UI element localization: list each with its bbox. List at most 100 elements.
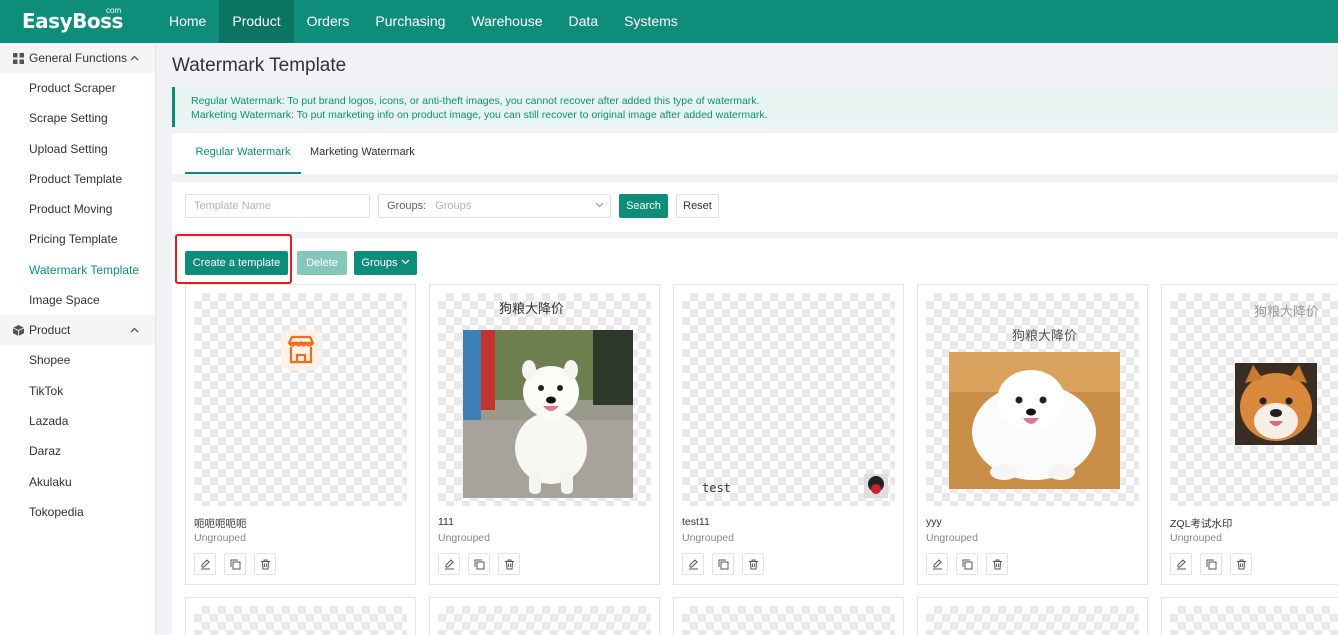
nav-orders[interactable]: Orders <box>294 0 363 43</box>
template-preview[interactable] <box>194 293 407 506</box>
dog-photo <box>463 330 633 498</box>
easyboss-logo[interactable]: EasyBoss com <box>0 0 156 43</box>
sidebar-item-tiktok[interactable]: TikTok <box>0 376 155 406</box>
chevron-up-icon <box>130 52 139 66</box>
watermark-text: 狗粮大降价 <box>1254 305 1320 320</box>
template-card[interactable]: 狗粮大降价 ZQL考试水印 Ungrouped <box>1161 284 1338 585</box>
chevron-down-icon <box>595 195 604 217</box>
copy-icon[interactable] <box>224 553 246 575</box>
sidebar-item-pricing-template[interactable]: Pricing Template <box>0 224 155 254</box>
template-preview[interactable]: test <box>682 293 895 506</box>
reset-button[interactable]: Reset <box>676 194 719 218</box>
groups-dropdown-button[interactable]: Groups <box>354 251 417 275</box>
sidebar-item-image-space[interactable]: Image Space <box>0 285 155 315</box>
sidebar-item-tokopedia[interactable]: Tokopedia <box>0 497 155 527</box>
copy-icon[interactable] <box>1200 553 1222 575</box>
sidebar-item-scrape-setting[interactable]: Scrape Setting <box>0 103 155 133</box>
template-card[interactable]: 狗粮大降价 111 Ungrouped <box>429 284 660 585</box>
sidebar: General Functions Product Scraper Scrape… <box>0 43 156 635</box>
sidebar-item-product-template[interactable]: Product Template <box>0 164 155 194</box>
sidebar-item-upload-setting[interactable]: Upload Setting <box>0 134 155 164</box>
card-actions <box>682 553 764 575</box>
copy-icon[interactable] <box>956 553 978 575</box>
sidebar-group-label: General Functions <box>29 51 128 65</box>
template-preview[interactable]: 狗粮大降价 <box>438 293 651 506</box>
edit-icon[interactable] <box>682 553 704 575</box>
notice-regular: Regular Watermark: To put brand logos, i… <box>191 95 760 107</box>
groups-button-label: Groups <box>361 257 398 269</box>
template-name: ZQL考试水印 <box>1170 518 1233 530</box>
watermark-text: 狗粮大降价 <box>499 302 565 317</box>
avatar-thumbnail <box>864 474 888 498</box>
template-list: Create a template Delete Groups 呃呃呃呃呃 Un… <box>172 234 1338 635</box>
template-name: 111 <box>438 516 454 528</box>
template-card[interactable] <box>1161 597 1338 635</box>
template-card[interactable]: test test11 Ungrouped <box>673 284 904 585</box>
template-card[interactable]: 狗粮大降价 yyy Ungrouped <box>917 284 1148 585</box>
copy-icon[interactable] <box>468 553 490 575</box>
edit-icon[interactable] <box>1170 553 1192 575</box>
template-card[interactable] <box>673 597 904 635</box>
trash-icon[interactable] <box>742 553 764 575</box>
card-actions <box>1170 553 1252 575</box>
logo-suffix: com <box>106 6 122 15</box>
create-template-button[interactable]: Create a template <box>185 251 288 275</box>
trash-icon[interactable] <box>1230 553 1252 575</box>
groups-select-placeholder: Groups <box>435 200 472 212</box>
card-actions <box>438 553 520 575</box>
sidebar-group-general-functions[interactable]: General Functions <box>0 43 155 73</box>
template-card[interactable] <box>185 597 416 635</box>
tab-marketing-watermark[interactable]: Marketing Watermark <box>310 133 415 174</box>
tab-regular-watermark[interactable]: Regular Watermark <box>185 133 301 174</box>
sidebar-item-lazada[interactable]: Lazada <box>0 406 155 436</box>
delete-button[interactable]: Delete <box>297 251 347 275</box>
nav-purchasing[interactable]: Purchasing <box>362 0 458 43</box>
sidebar-item-akulaku[interactable]: Akulaku <box>0 467 155 497</box>
template-name: test11 <box>682 516 710 528</box>
copy-icon[interactable] <box>712 553 734 575</box>
template-name-input[interactable]: Template Name <box>185 194 370 218</box>
edit-icon[interactable] <box>926 553 948 575</box>
template-card[interactable] <box>917 597 1148 635</box>
trash-icon[interactable] <box>986 553 1008 575</box>
groups-select[interactable]: Groups: Groups <box>378 194 611 218</box>
template-name: yyy <box>926 516 942 528</box>
grid-icon <box>12 52 24 64</box>
template-preview[interactable] <box>194 606 407 635</box>
edit-icon[interactable] <box>438 553 460 575</box>
shop-logo-icon <box>280 329 322 374</box>
page-title: Watermark Template <box>172 55 347 76</box>
search-button[interactable]: Search <box>619 194 668 218</box>
trash-icon[interactable] <box>254 553 276 575</box>
filter-bar: Template Name Groups: Groups Search Rese… <box>172 182 1338 232</box>
card-actions <box>926 553 1008 575</box>
sidebar-item-daraz[interactable]: Daraz <box>0 436 155 466</box>
template-preview[interactable] <box>438 606 651 635</box>
watermark-info-notice: Regular Watermark: To put brand logos, i… <box>172 87 1338 127</box>
sidebar-item-watermark-template[interactable]: Watermark Template <box>0 255 155 285</box>
nav-home[interactable]: Home <box>156 0 219 43</box>
template-preview[interactable] <box>1170 606 1338 635</box>
cube-icon <box>12 324 24 336</box>
chevron-down-icon <box>401 257 410 269</box>
template-preview[interactable]: 狗粮大降价 <box>1170 293 1338 506</box>
nav-data[interactable]: Data <box>556 0 612 43</box>
edit-icon[interactable] <box>194 553 216 575</box>
dog-photo <box>949 352 1120 489</box>
template-card[interactable] <box>429 597 660 635</box>
sidebar-item-product-moving[interactable]: Product Moving <box>0 194 155 224</box>
nav-product[interactable]: Product <box>219 0 294 43</box>
template-group: Ungrouped <box>438 532 490 544</box>
trash-icon[interactable] <box>498 553 520 575</box>
nav-warehouse[interactable]: Warehouse <box>458 0 555 43</box>
template-name: 呃呃呃呃呃 <box>194 518 247 530</box>
sidebar-item-shopee[interactable]: Shopee <box>0 345 155 375</box>
sidebar-item-product-scraper[interactable]: Product Scraper <box>0 73 155 103</box>
template-preview[interactable] <box>926 606 1139 635</box>
template-preview[interactable]: 狗粮大降价 <box>926 293 1139 506</box>
nav-systems[interactable]: Systems <box>611 0 691 43</box>
template-group: Ungrouped <box>682 532 734 544</box>
template-preview[interactable] <box>682 606 895 635</box>
sidebar-group-product[interactable]: Product <box>0 315 155 346</box>
template-card[interactable]: 呃呃呃呃呃 Ungrouped <box>185 284 416 585</box>
